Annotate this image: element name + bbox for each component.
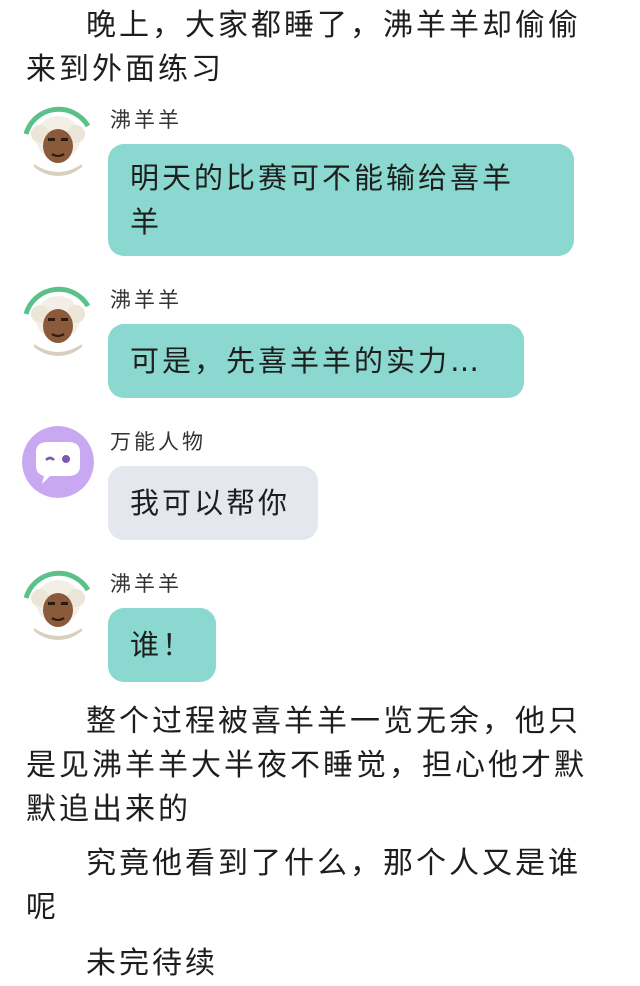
narration-intro-line2: 来到外面练习 (26, 52, 224, 87)
message-text-line1: 明天的比赛可不能输给喜羊 (130, 161, 515, 195)
message-text-line2: 羊 (130, 205, 163, 239)
fei-yang-yang-avatar-icon[interactable] (22, 568, 94, 640)
narration-p3-line1: 究竟他看到了什么，那个人又是谁 (86, 846, 581, 881)
narration-p2-line1: 整个过程被喜羊羊一览无余，他只 (86, 704, 581, 739)
message-text: 我可以帮你 (130, 486, 291, 520)
narration-paragraph-2: 整个过程被喜羊羊一览无余，他只 是见沸羊羊大半夜不睡觉，担心他才默 默追出来的 (26, 700, 616, 832)
message-bubble: 可是，先喜羊羊的实力… (108, 324, 524, 398)
fei-yang-yang-avatar-icon[interactable] (22, 284, 94, 356)
narration-p3-line2: 呢 (26, 890, 59, 925)
narration-p2-line3: 默追出来的 (26, 792, 191, 827)
speaker-name: 沸羊羊 (110, 108, 182, 132)
speaker-name: 万能人物 (110, 430, 206, 454)
message-bubble: 我可以帮你 (108, 466, 318, 540)
message-bubble: 明天的比赛可不能输给喜羊 羊 (108, 144, 574, 256)
message-text: 可是，先喜羊羊的实力… (130, 344, 483, 378)
message-text: 谁！ (130, 628, 195, 662)
message-bubble: 谁！ (108, 608, 216, 682)
narration-intro: 晚上，大家都睡了，沸羊羊却偷偷 来到外面练习 (26, 4, 616, 92)
chat-bubble-avatar-icon[interactable] (22, 426, 94, 498)
ending-text: 未完待续 (86, 946, 218, 981)
fei-yang-yang-avatar-icon[interactable] (22, 104, 94, 176)
speaker-name: 沸羊羊 (110, 288, 182, 312)
narration-p2-line2: 是见沸羊羊大半夜不睡觉，担心他才默 (26, 748, 587, 783)
speaker-name: 沸羊羊 (110, 572, 182, 596)
narration-ending: 未完待续 (26, 942, 616, 986)
narration-intro-line1: 晚上，大家都睡了，沸羊羊却偷偷 (86, 8, 581, 43)
narration-paragraph-3: 究竟他看到了什么，那个人又是谁 呢 (26, 842, 616, 930)
